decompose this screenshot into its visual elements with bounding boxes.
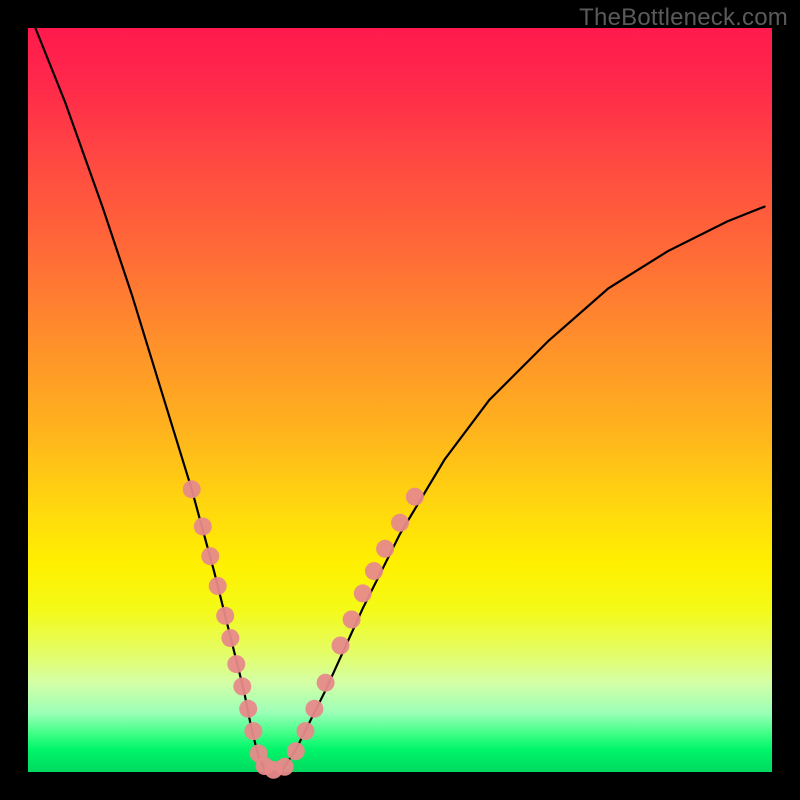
- bottleneck-curve: [35, 28, 764, 772]
- highlight-point: [239, 700, 257, 718]
- curve-layer: [35, 28, 764, 772]
- highlight-point: [276, 758, 294, 776]
- highlight-point: [343, 611, 361, 629]
- highlight-point: [376, 540, 394, 558]
- chart-frame: TheBottleneck.com: [0, 0, 800, 800]
- highlight-point: [297, 722, 315, 740]
- highlight-point: [365, 562, 383, 580]
- watermark-text: TheBottleneck.com: [579, 4, 788, 32]
- highlight-point: [227, 655, 245, 673]
- highlight-point: [244, 722, 262, 740]
- highlight-point: [194, 518, 212, 536]
- highlight-point: [221, 629, 239, 647]
- highlight-point: [233, 677, 251, 695]
- marker-layer: [183, 480, 424, 779]
- highlight-point: [317, 674, 335, 692]
- chart-svg: [28, 28, 772, 772]
- highlight-point: [332, 637, 350, 655]
- highlight-point: [391, 514, 409, 532]
- plot-area: [28, 28, 772, 772]
- highlight-point: [209, 577, 227, 595]
- highlight-point: [216, 607, 234, 625]
- highlight-point: [183, 480, 201, 498]
- highlight-point: [305, 700, 323, 718]
- highlight-point: [406, 488, 424, 506]
- highlight-point: [287, 742, 305, 760]
- highlight-point: [354, 584, 372, 602]
- highlight-point: [201, 547, 219, 565]
